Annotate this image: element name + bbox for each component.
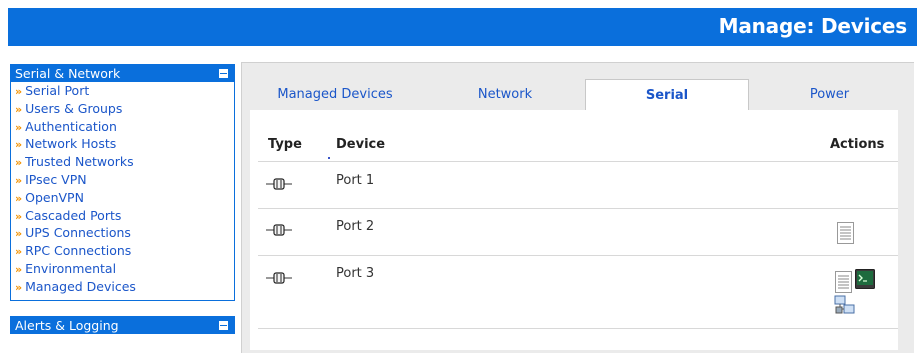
bullet-icon: » — [15, 191, 23, 205]
terminal-icon[interactable] — [855, 269, 875, 289]
row-divider — [258, 208, 898, 209]
sidebar-panel-header[interactable]: Serial & Network — [11, 65, 234, 82]
bullet-icon: » — [15, 120, 23, 134]
collapse-icon[interactable] — [219, 69, 228, 78]
page-title: Manage: Devices — [718, 14, 908, 38]
bullet-icon: » — [15, 138, 23, 152]
serial-port-icon — [266, 178, 292, 190]
bullet-icon: » — [15, 85, 23, 98]
sidebar-menu: » Serial Port » Users & Groups » Authentica… — [11, 82, 234, 300]
header-bar: Manage: Devices — [8, 8, 917, 46]
sidebar-item-ipsec-vpn[interactable]: » IPsec VPN — [15, 172, 234, 190]
bullet-icon: » — [15, 173, 23, 187]
serial-port-icon — [266, 272, 292, 284]
bullet-icon: » — [15, 209, 23, 223]
tab-bar: Managed Devices Network Serial Power — [250, 79, 914, 112]
tab-serial[interactable]: Serial — [585, 79, 749, 112]
sidebar-item-cascaded-ports[interactable]: » Cascaded Ports — [15, 208, 234, 226]
document-icon[interactable] — [837, 222, 854, 244]
sidebar-panel-alerts-logging: Alerts & Logging — [10, 316, 235, 334]
device-name[interactable]: Port 3 — [336, 266, 374, 281]
column-header-actions: Actions — [830, 137, 885, 152]
column-header-device: Device — [336, 137, 386, 152]
device-name[interactable]: Port 2 — [336, 219, 374, 234]
sidebar-item-managed-devices[interactable]: » Managed Devices — [15, 279, 234, 297]
sidebar-item-trusted-networks[interactable]: » Trusted Networks — [15, 154, 234, 172]
sidebar-panel-title: Alerts & Logging — [15, 318, 119, 333]
sidebar-item-openvpn[interactable]: » OpenVPN — [15, 190, 234, 208]
main-panel: Managed Devices Network Serial Power Typ… — [241, 62, 914, 353]
tab-network[interactable]: Network — [420, 79, 590, 110]
column-header-type: Type — [268, 137, 302, 152]
sidebar-item-users-groups[interactable]: » Users & Groups — [15, 101, 234, 119]
bullet-icon: » — [15, 245, 23, 259]
sidebar-panel-header[interactable]: Alerts & Logging — [11, 317, 234, 334]
tab-power[interactable]: Power — [747, 79, 912, 110]
sidebar-panel-serial-network: Serial & Network » Serial Port » Users & G… — [10, 64, 235, 301]
serial-device-table: Type Device Actions Port 1 Port 2 Port 3 — [250, 110, 898, 350]
bullet-icon: » — [15, 227, 23, 241]
device-name[interactable]: Port 1 — [336, 173, 374, 188]
sidebar-item-serial-port[interactable]: » Serial Port — [15, 83, 234, 101]
row-divider — [258, 328, 898, 329]
sidebar-item-authentication[interactable]: » Authentication — [15, 119, 234, 137]
serial-port-icon — [266, 224, 292, 236]
bullet-icon: » — [15, 280, 23, 294]
sidebar-item-rpc-connections[interactable]: » RPC Connections — [15, 243, 234, 261]
bullet-icon: » — [15, 102, 23, 116]
tab-managed-devices[interactable]: Managed Devices — [250, 79, 420, 110]
network-icon[interactable] — [834, 295, 856, 315]
cursor-marker — [328, 157, 330, 159]
sidebar-item-environmental[interactable]: » Environmental — [15, 261, 234, 279]
sidebar-item-ups-connections[interactable]: » UPS Connections — [15, 225, 234, 243]
document-icon[interactable] — [835, 271, 852, 293]
collapse-icon[interactable] — [219, 321, 228, 330]
row-divider — [258, 161, 898, 162]
sidebar-item-network-hosts[interactable]: » Network Hosts — [15, 136, 234, 154]
bullet-icon: » — [15, 156, 23, 170]
bullet-icon: » — [15, 262, 23, 276]
sidebar-panel-title: Serial & Network — [15, 66, 121, 81]
row-divider — [258, 255, 898, 256]
